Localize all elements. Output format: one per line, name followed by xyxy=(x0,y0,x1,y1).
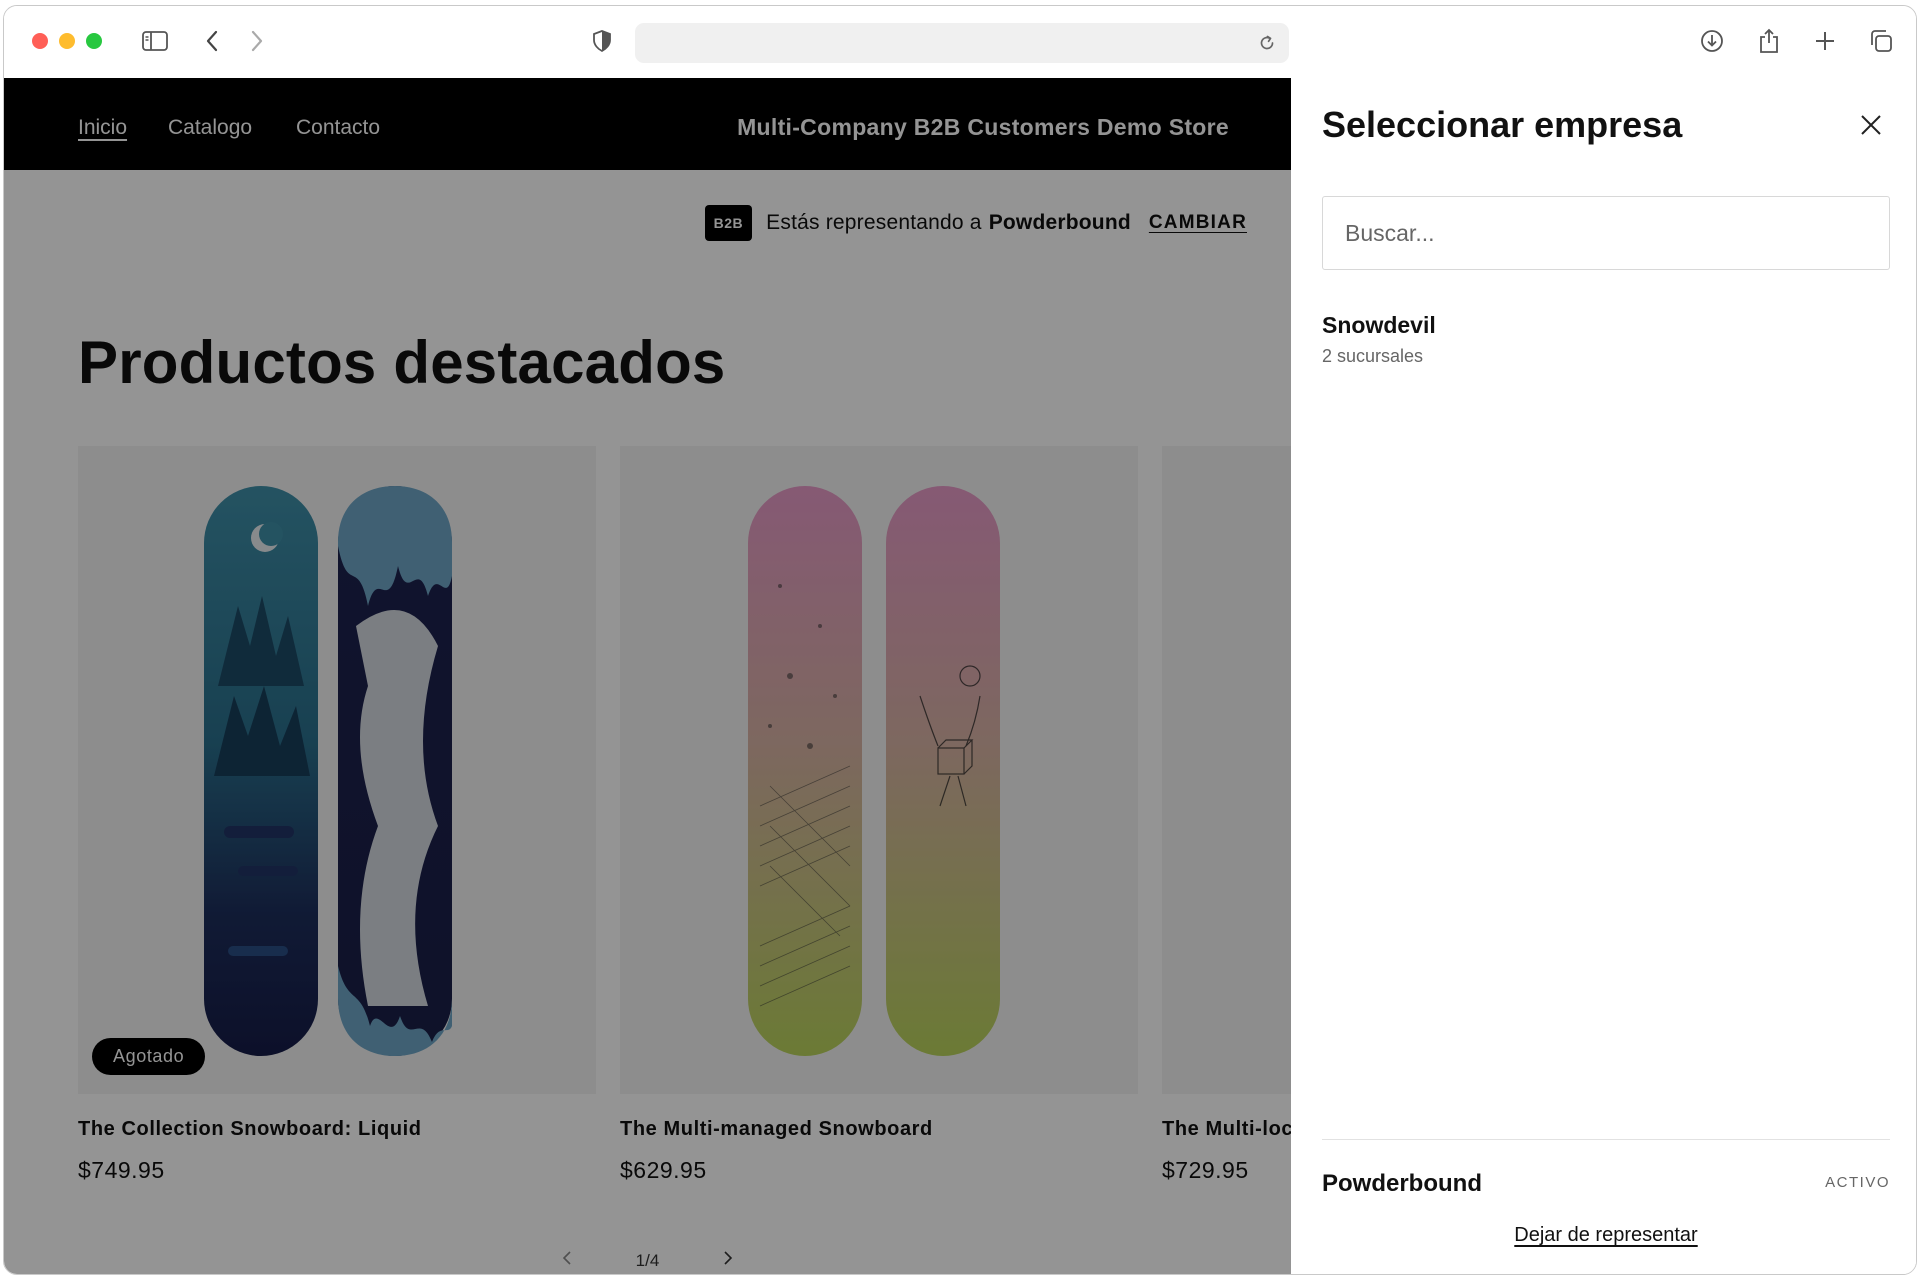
company-select-drawer: Seleccionar empresa Snowdevil 2 sucursal… xyxy=(1291,78,1916,1274)
zoom-window-button[interactable] xyxy=(86,33,102,49)
page-viewport: Inicio Catalogo Contacto Multi-Company B… xyxy=(4,78,1916,1274)
share-icon[interactable] xyxy=(1754,26,1784,56)
new-tab-icon[interactable] xyxy=(1810,26,1840,56)
download-icon[interactable] xyxy=(1697,26,1727,56)
address-bar[interactable] xyxy=(635,23,1289,63)
shield-icon[interactable] xyxy=(587,26,617,56)
sidebar-icon[interactable] xyxy=(140,26,170,56)
modal-overlay[interactable] xyxy=(4,78,1291,1274)
browser-window: Inicio Catalogo Contacto Multi-Company B… xyxy=(3,5,1917,1275)
company-branches: 2 sucursales xyxy=(1322,346,1424,366)
company-list-item[interactable]: Snowdevil 2 sucursales xyxy=(1322,312,1436,367)
store-page: Inicio Catalogo Contacto Multi-Company B… xyxy=(4,78,1291,1274)
forward-icon[interactable] xyxy=(242,26,272,56)
reload-icon[interactable] xyxy=(1253,29,1281,57)
company-name: Snowdevil xyxy=(1322,312,1436,338)
current-company-name: Powderbound xyxy=(1322,1170,1482,1197)
company-search-input[interactable] xyxy=(1322,196,1890,270)
stop-representing-link[interactable]: Dejar de representar xyxy=(1514,1224,1697,1246)
close-window-button[interactable] xyxy=(32,33,48,49)
drawer-title: Seleccionar empresa xyxy=(1322,104,1683,145)
back-icon[interactable] xyxy=(197,26,227,56)
divider xyxy=(1322,1139,1890,1140)
active-status-label: ACTIVO xyxy=(1825,1174,1890,1191)
tabs-overview-icon[interactable] xyxy=(1866,26,1896,56)
minimize-window-button[interactable] xyxy=(59,33,75,49)
close-icon[interactable] xyxy=(1854,108,1888,142)
browser-toolbar xyxy=(4,6,1916,78)
